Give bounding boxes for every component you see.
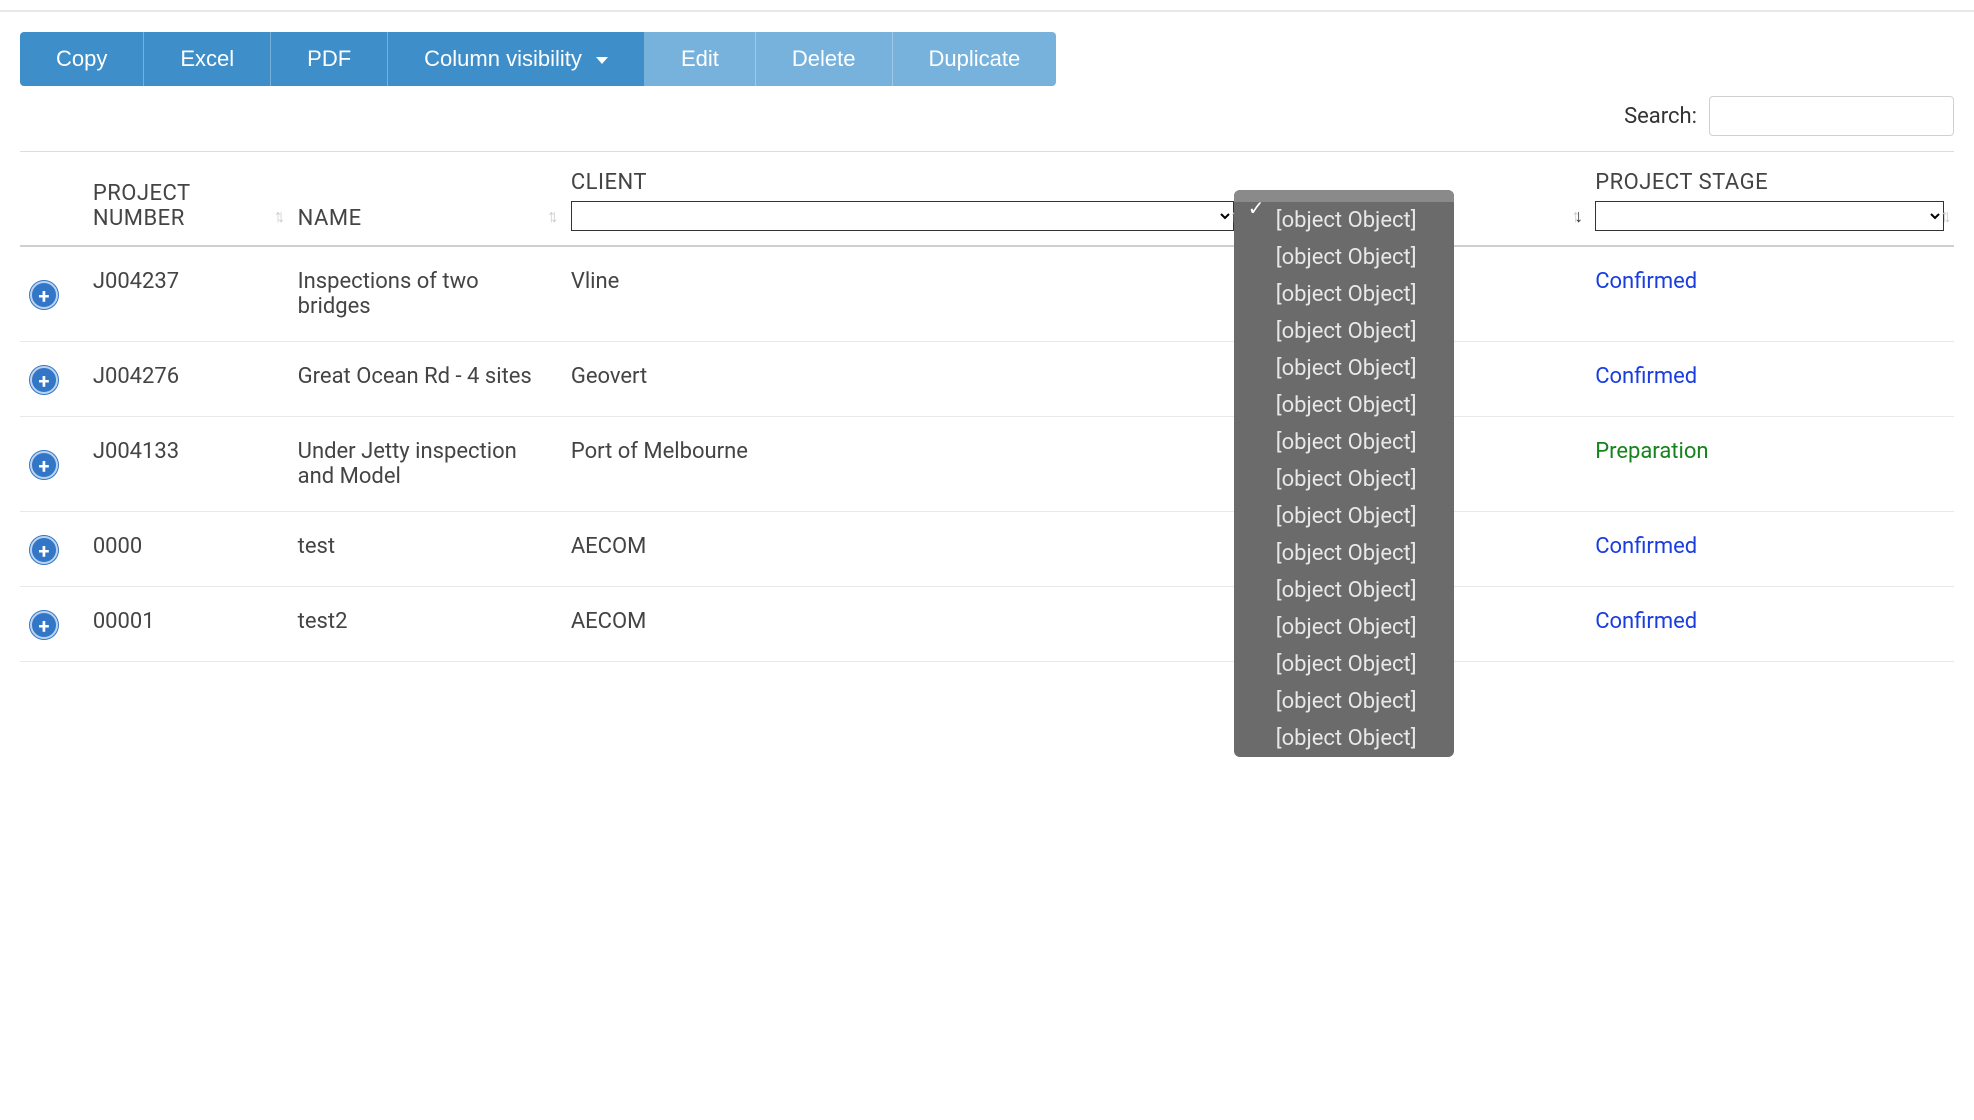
table-row[interactable]: + J004276Great Ocean Rd - 4 sitesGeovert C… [20,342,1954,417]
cell-client: Geovert [561,342,1244,417]
dropdown-option[interactable]: [object Object] [1234,535,1454,572]
search-input[interactable] [1709,96,1954,136]
dropdown-option-blank[interactable] [1234,190,1454,202]
edit-button[interactable]: Edit [645,32,756,86]
cell-name: test2 [288,587,561,662]
proj-mgr-dropdown[interactable]: [object Object][object Object][object Ob… [1234,190,1454,757]
column-header-project-stage[interactable]: PROJECT STAGE ↑↓ [1585,152,1954,247]
cell-client: AECOM [561,512,1244,587]
column-header-project-number[interactable]: PROJECT NUMBER ↑↓ [83,152,288,247]
cell-project-number: J004276 [83,342,288,417]
sort-icon: ↑↓ [547,206,553,227]
dropdown-option[interactable]: [object Object] [1234,572,1454,609]
dropdown-option[interactable]: [object Object] [1234,350,1454,387]
header-label: PROJECT STAGE [1595,170,1944,195]
table-row[interactable]: + J004133Under Jetty inspection and Model… [20,417,1954,512]
search-container: Search: [20,96,1954,136]
cell-name: test [288,512,561,587]
dropdown-option[interactable]: [object Object] [1234,498,1454,535]
sort-icon: ↑↓ [1940,206,1946,227]
delete-button[interactable]: Delete [756,32,893,86]
cell-project-stage: Confirmed [1585,342,1954,417]
cell-client: AECOM [561,587,1244,662]
table-row[interactable]: +0000testAECOM Confirmed [20,512,1954,587]
cell-client: Vline [561,246,1244,342]
dropdown-option[interactable]: [object Object] [1234,646,1454,683]
projects-table: PROJECT NUMBER ↑↓ NAME ↑↓ CLIENT ↑↓ PROJ… [20,151,1954,662]
cell-project-stage: Confirmed [1585,587,1954,662]
expand-row-button[interactable]: + [30,366,58,394]
expand-row-button[interactable]: + [30,611,58,639]
dropdown-option[interactable]: [object Object] [1234,276,1454,313]
cell-name: Under Jetty inspection and Model [288,417,561,512]
expand-row-button[interactable]: + [30,451,58,479]
column-visibility-label: Column visibility [424,46,582,71]
copy-button[interactable]: Copy [20,32,144,86]
sort-icon: ↑↓ [1571,206,1577,227]
table-row[interactable]: + J004237Inspections of two bridgesVline C… [20,246,1954,342]
dropdown-option[interactable]: [object Object] [1234,461,1454,498]
caret-down-icon [596,57,608,64]
column-header-client[interactable]: CLIENT ↑↓ [561,152,1244,247]
cell-project-number: J004133 [83,417,288,512]
cell-name: Great Ocean Rd - 4 sites [288,342,561,417]
search-label: Search: [1624,104,1697,129]
expand-row-button[interactable]: + [30,281,58,309]
cell-project-number: 0000 [83,512,288,587]
dropdown-option[interactable]: [object Object] [1234,720,1454,757]
dropdown-option[interactable]: [object Object] [1234,313,1454,350]
dropdown-option[interactable]: [object Object] [1234,387,1454,424]
column-header-name[interactable]: NAME ↑↓ [288,152,561,247]
stage-filter-select[interactable] [1595,201,1944,231]
table-row[interactable]: +00001test2AECOM Confirmed [20,587,1954,662]
sort-icon: ↑↓ [274,206,280,227]
cell-project-stage: Preparation [1585,417,1954,512]
header-label: CLIENT [571,170,1234,195]
client-filter-select[interactable] [571,201,1234,231]
cell-project-number: 00001 [83,587,288,662]
dropdown-option[interactable]: [object Object] [1234,202,1454,239]
toolbar: Copy Excel PDF Column visibility Edit De… [20,32,1954,86]
cell-project-number: J004237 [83,246,288,342]
cell-project-stage: Confirmed [1585,246,1954,342]
pdf-button[interactable]: PDF [271,32,388,86]
cell-client: Port of Melbourne [561,417,1244,512]
dropdown-option[interactable]: [object Object] [1234,609,1454,646]
column-visibility-button[interactable]: Column visibility [388,32,645,86]
dropdown-option[interactable]: [object Object] [1234,424,1454,461]
header-label: NAME [298,206,551,231]
column-header-expand [20,152,83,247]
cell-name: Inspections of two bridges [288,246,561,342]
dropdown-option[interactable]: [object Object] [1234,683,1454,720]
expand-row-button[interactable]: + [30,536,58,564]
dropdown-option[interactable]: [object Object] [1234,239,1454,276]
duplicate-button[interactable]: Duplicate [893,32,1057,86]
excel-button[interactable]: Excel [144,32,271,86]
header-label: PROJECT NUMBER [93,181,278,231]
cell-project-stage: Confirmed [1585,512,1954,587]
